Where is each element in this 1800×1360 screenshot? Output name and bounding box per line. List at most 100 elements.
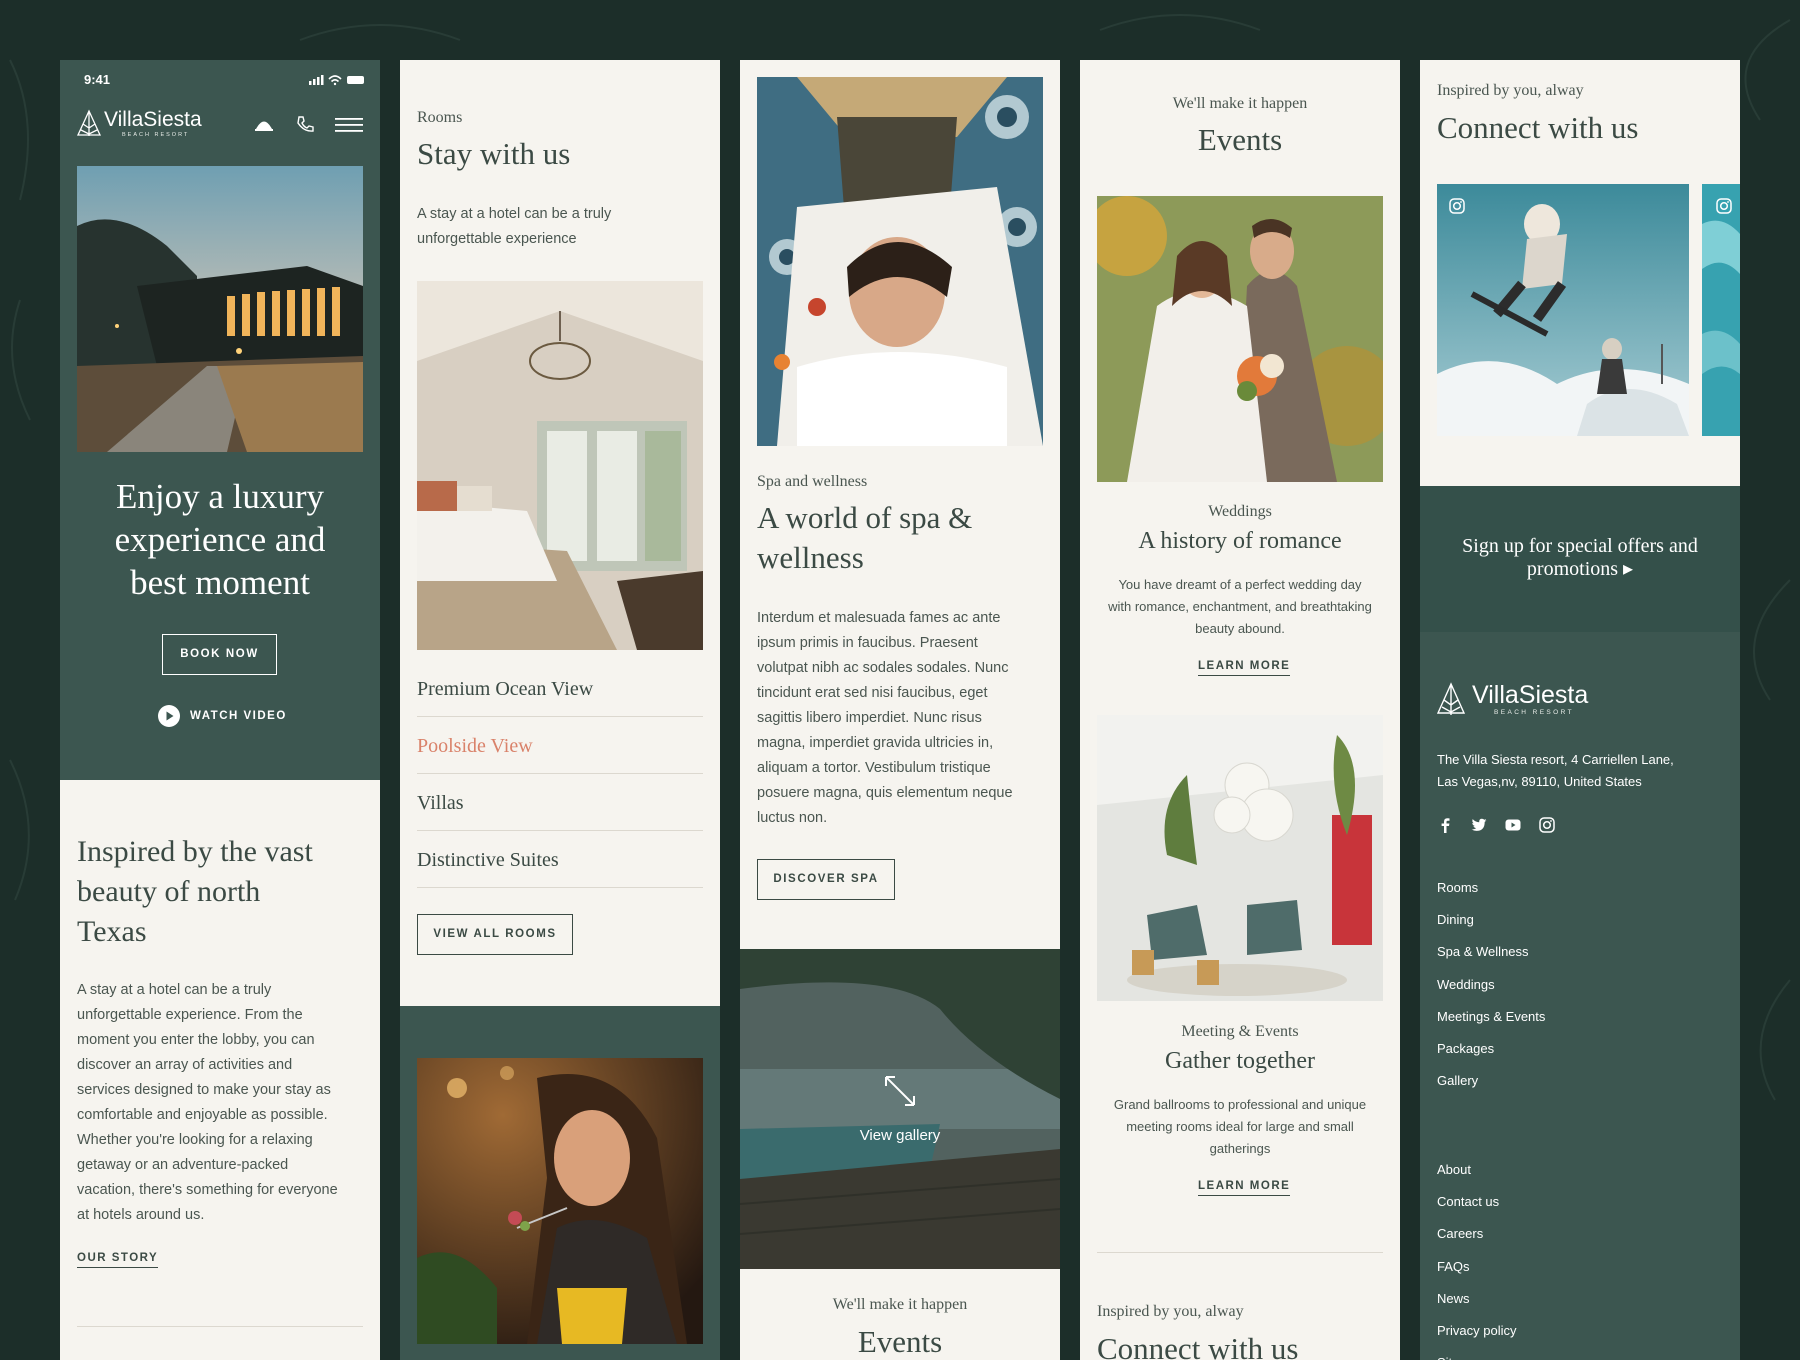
view-gallery-label: View gallery [740, 1127, 1060, 1144]
instagram-icon [1716, 198, 1732, 214]
meetings-eyebrow: Meeting & Events [1080, 1023, 1400, 1041]
footer-link-sitemap[interactable]: Sitemap [1437, 1347, 1516, 1360]
footer-link-meetings-events[interactable]: Meetings & Events [1437, 1001, 1545, 1033]
connect-eyebrow: Inspired by you, alway [1437, 82, 1584, 100]
divider [417, 773, 703, 774]
view-all-rooms-button[interactable]: VIEW ALL ROOMS [417, 914, 573, 955]
spa-title: A world of spa & wellness [757, 498, 972, 578]
status-time: 9:41 [84, 72, 110, 87]
mobile-home-screen: 9:41 VillaSiesta BEACH RESORT [60, 60, 380, 1360]
divider [77, 1326, 363, 1327]
footer-link-privacy-policy[interactable]: Privacy policy [1437, 1315, 1516, 1347]
our-story-link[interactable]: OUR STORY [77, 1252, 158, 1268]
dining-section [400, 1006, 720, 1360]
divider [1097, 1252, 1383, 1253]
divider [417, 716, 703, 717]
intro-section: Inspired by the vast beauty of north Tex… [60, 780, 380, 1360]
hero-section: 9:41 VillaSiesta BEACH RESORT [60, 60, 380, 780]
mobile-spa-screen: Spa and wellness A world of spa & wellne… [740, 60, 1060, 1360]
ocean-instagram-photo[interactable] [1702, 184, 1740, 436]
connect-title: Connect with us [1437, 110, 1639, 146]
footer-link-spa-wellness[interactable]: Spa & Wellness [1437, 936, 1545, 968]
footer-brand-tagline: BEACH RESORT [1494, 709, 1574, 716]
footer-link-rooms[interactable]: Rooms [1437, 872, 1545, 904]
social-links [1437, 817, 1555, 833]
connect-peek-title: Connect with us [1097, 1331, 1299, 1360]
footer-link-dining[interactable]: Dining [1437, 904, 1545, 936]
room-item-distinctive-suites[interactable]: Distinctive Suites [417, 849, 559, 872]
spa-massage-photo [757, 77, 1043, 446]
discover-spa-button[interactable]: DISCOVER SPA [757, 859, 895, 900]
footer-nav-secondary: About Contact us Careers FAQs News Priva… [1437, 1154, 1516, 1360]
rooms-title: Stay with us [417, 136, 570, 172]
footer-link-careers[interactable]: Careers [1437, 1218, 1516, 1250]
youtube-icon[interactable] [1505, 817, 1521, 833]
footer-link-about[interactable]: About [1437, 1154, 1516, 1186]
weddings-body: You have dreamt of a perfect wedding day… [1080, 574, 1400, 640]
events-eyebrow: We'll make it happen [1080, 95, 1400, 113]
footer-link-faqs[interactable]: FAQs [1437, 1251, 1516, 1283]
connect-peek-eyebrow: Inspired by you, alway [1097, 1303, 1244, 1321]
spa-eyebrow: Spa and wellness [757, 473, 867, 491]
spa-body: Interdum et malesuada fames ac ante ipsu… [757, 606, 1052, 831]
instagram-icon[interactable] [1539, 817, 1555, 833]
events-peek-section: We'll make it happen Events [740, 1269, 1060, 1360]
events-peek-eyebrow: We'll make it happen [740, 1296, 1060, 1314]
footer-nav-primary: Rooms Dining Spa & Wellness Weddings Mee… [1437, 872, 1545, 1097]
footer-link-gallery[interactable]: Gallery [1437, 1065, 1545, 1097]
mobile-connect-screen: Inspired by you, alway Connect with us [1420, 60, 1740, 1360]
expand-arrows-icon [882, 1073, 918, 1109]
divider [417, 887, 703, 888]
footer-address: The Villa Siesta resort, 4 Carriellen La… [1437, 749, 1674, 793]
logo-tree-icon [76, 109, 102, 137]
meetings-body: Grand ballrooms to professional and uniq… [1080, 1094, 1400, 1160]
intro-title: Inspired by the vast beauty of north Tex… [77, 832, 313, 952]
footer-link-weddings[interactable]: Weddings [1437, 969, 1545, 1001]
mobile-events-screen: We'll make it happen Events Weddings A h… [1080, 60, 1400, 1360]
weddings-eyebrow: Weddings [1080, 503, 1400, 521]
gallery-pool-photo[interactable]: View gallery [740, 949, 1060, 1269]
meetings-learn-more-link[interactable]: LEARN MORE [1198, 1180, 1290, 1196]
room-item-poolside-view[interactable]: Poolside View [417, 735, 533, 758]
phone-icon[interactable] [296, 115, 314, 133]
connect-section: Inspired by you, alway Connect with us [1420, 60, 1740, 486]
events-title: Events [1080, 122, 1400, 158]
facebook-icon[interactable] [1437, 817, 1453, 833]
wedding-couple-photo [1097, 196, 1383, 482]
room-item-villas[interactable]: Villas [417, 792, 464, 815]
status-icons [309, 74, 369, 86]
signup-section[interactable]: Sign up for special offers and promotion… [1420, 486, 1740, 632]
book-now-button[interactable]: BOOK NOW [162, 634, 277, 675]
signup-offers-link[interactable]: Sign up for special offers and promotion… [1420, 535, 1740, 581]
divider [417, 830, 703, 831]
instagram-icon [1449, 198, 1465, 214]
rooms-section: Rooms Stay with us A stay at a hotel can… [400, 60, 720, 1006]
footer-brand-name: VillaSiesta [1472, 681, 1588, 710]
room-item-premium-ocean-view[interactable]: Premium Ocean View [417, 678, 593, 701]
footer: VillaSiesta BEACH RESORT The Villa Siest… [1420, 632, 1740, 1360]
dining-woman-photo [417, 1058, 703, 1344]
footer-link-contact-us[interactable]: Contact us [1437, 1186, 1516, 1218]
intro-body: A stay at a hotel can be a truly unforge… [77, 978, 372, 1228]
footer-link-news[interactable]: News [1437, 1283, 1516, 1315]
weddings-learn-more-link[interactable]: LEARN MORE [1198, 660, 1290, 676]
resort-exterior-photo [77, 166, 363, 452]
snowboard-instagram-photo[interactable] [1437, 184, 1689, 436]
mobile-rooms-screen: Rooms Stay with us A stay at a hotel can… [400, 60, 720, 1360]
brand-tagline: BEACH RESORT [122, 132, 189, 138]
spa-section: Spa and wellness A world of spa & wellne… [740, 60, 1060, 949]
brand-name: VillaSiesta [104, 108, 202, 132]
hotel-room-photo [417, 281, 703, 650]
spa-icon[interactable] [255, 116, 273, 132]
weddings-title: A history of romance [1080, 528, 1400, 555]
hero-title: Enjoy a luxury experience and best momen… [60, 475, 380, 604]
twitter-icon[interactable] [1471, 817, 1487, 833]
play-icon [158, 705, 180, 727]
menu-hamburger-icon[interactable] [335, 117, 363, 133]
watch-video-button[interactable]: WATCH VIDEO [158, 705, 287, 727]
footer-link-packages[interactable]: Packages [1437, 1033, 1545, 1065]
events-peek-title: Events [740, 1324, 1060, 1360]
meetings-title: Gather together [1080, 1048, 1400, 1075]
rooms-body: A stay at a hotel can be a truly unforge… [417, 202, 611, 252]
rooms-eyebrow: Rooms [417, 109, 462, 127]
